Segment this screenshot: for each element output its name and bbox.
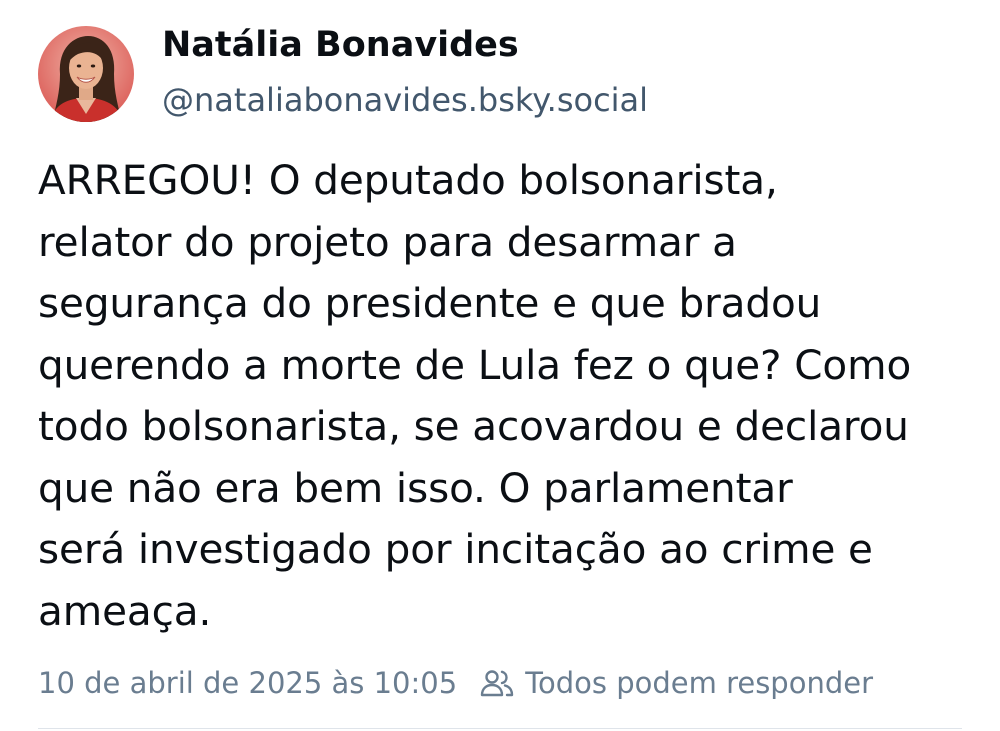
author-display-name[interactable]: Natália Bonavides xyxy=(162,22,648,68)
divider xyxy=(38,728,962,729)
post-card: Natália Bonavides @nataliabonavides.bsky… xyxy=(0,0,1000,731)
people-icon xyxy=(479,667,515,699)
author-info: Natália Bonavides @nataliabonavides.bsky… xyxy=(162,25,648,122)
reply-setting[interactable]: Todos podem responder xyxy=(525,662,873,704)
post-timestamp: 10 de abril de 2025 às 10:05 xyxy=(38,666,458,700)
author-handle[interactable]: @nataliabonavides.bsky.social xyxy=(162,78,648,122)
post-meta: 10 de abril de 2025 às 10:05 Todos podem… xyxy=(38,662,873,704)
avatar[interactable] xyxy=(38,26,134,122)
post-text: ARREGOU! O deputado bolsonarista, relato… xyxy=(38,156,912,635)
post-header: Natália Bonavides @nataliabonavides.bsky… xyxy=(38,25,648,122)
